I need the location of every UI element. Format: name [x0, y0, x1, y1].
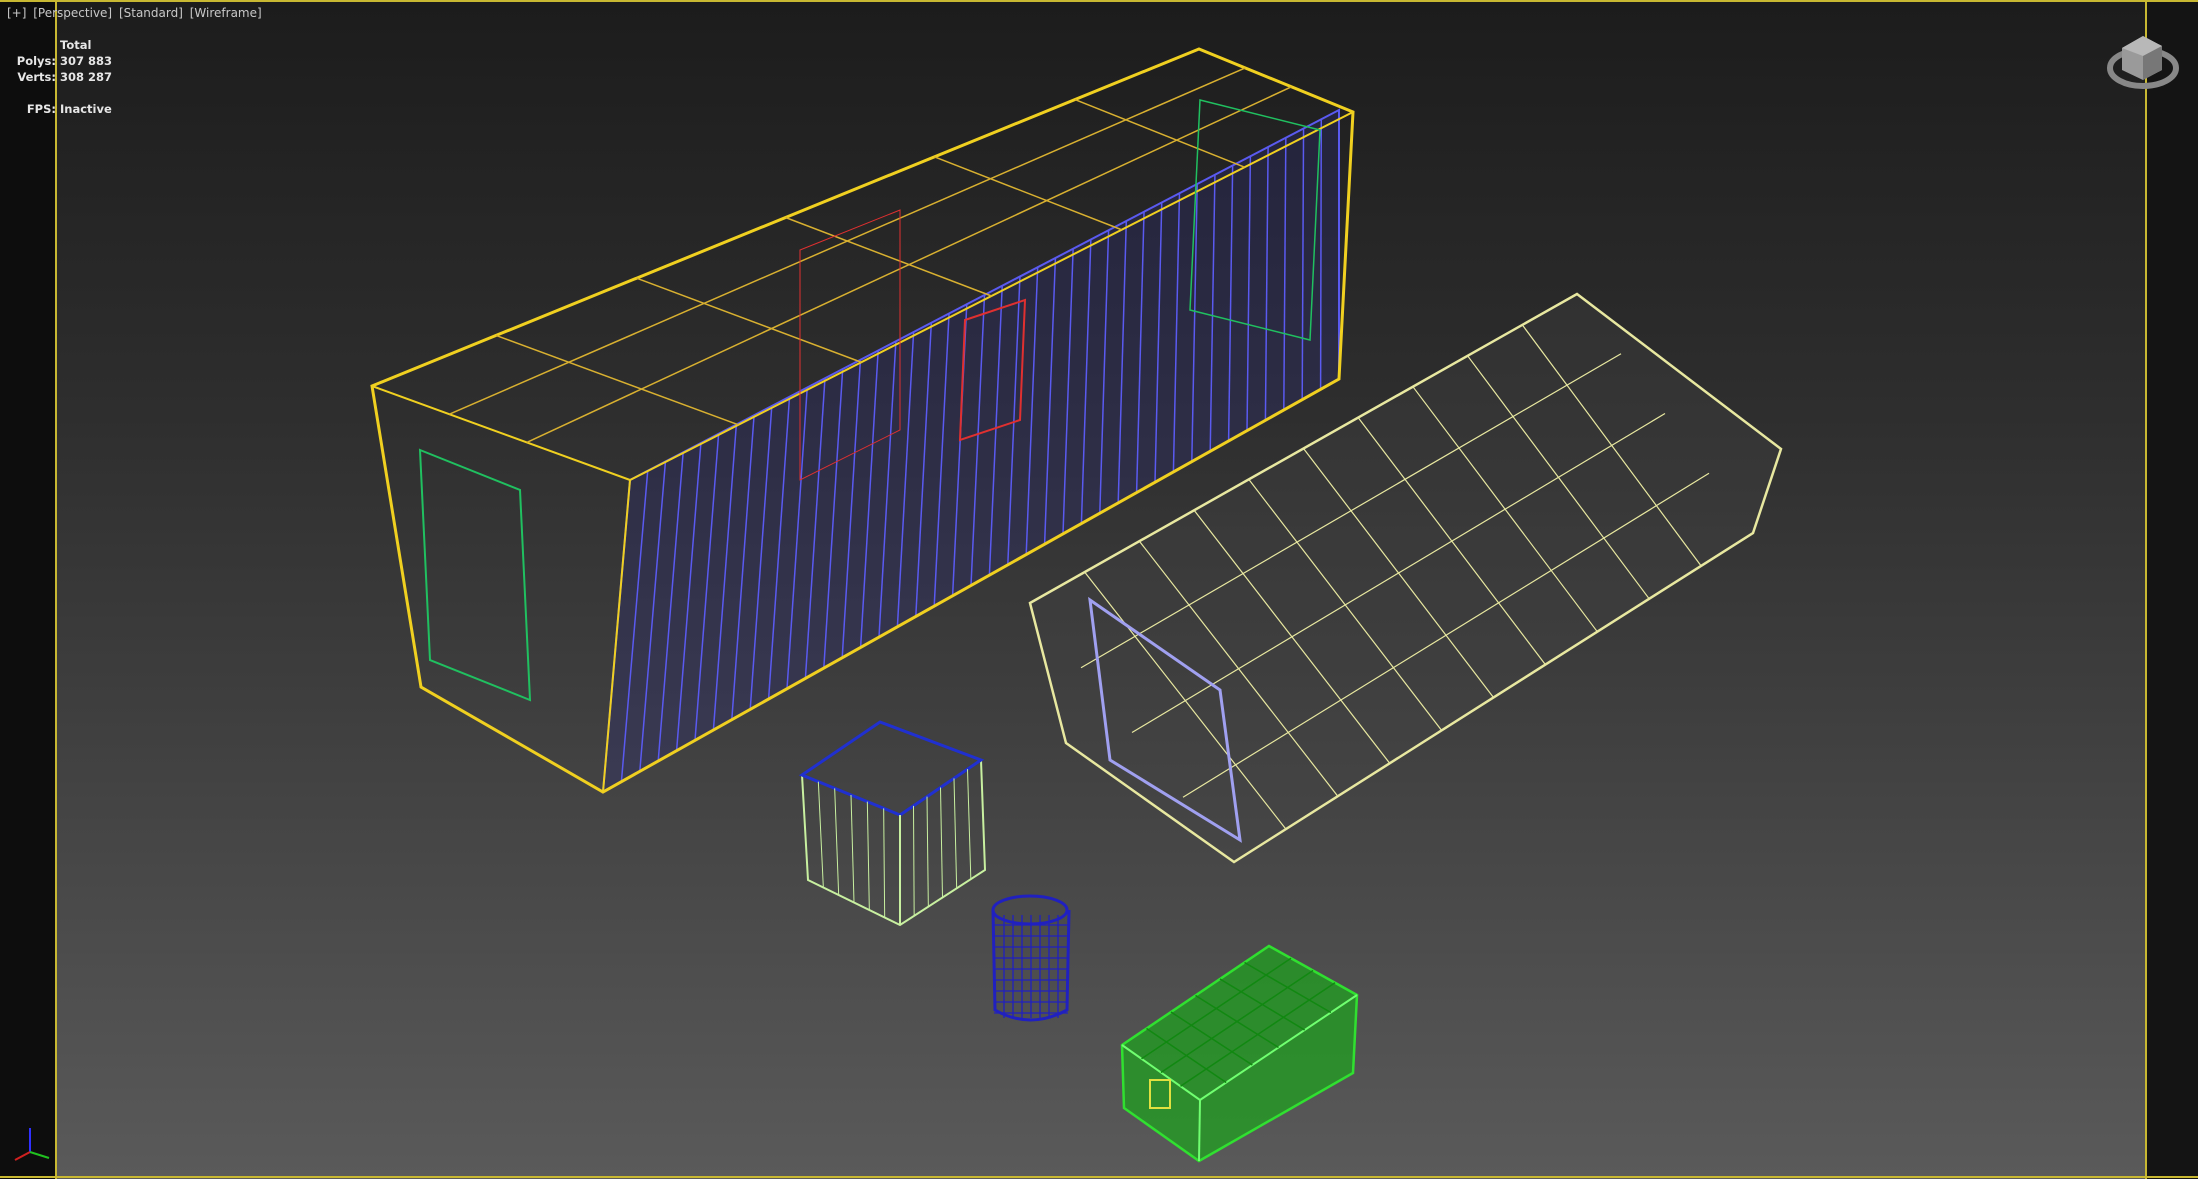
perspective-viewport[interactable]: [+] [Perspective] [Standard] [Wireframe]… [0, 0, 2198, 1179]
viewport-menu-point-of-view[interactable]: [Perspective] [33, 6, 112, 20]
wire-edge [934, 156, 1122, 231]
viewport-menu-plus[interactable]: [+] [7, 6, 26, 20]
polys-label: Polys: [16, 54, 56, 68]
wire-edge [636, 277, 862, 363]
polys-value: 307 883 [60, 54, 113, 68]
wire-edge [883, 808, 886, 918]
wire-edge [834, 788, 840, 896]
wire-edge [967, 769, 972, 880]
wire-edge [866, 801, 870, 911]
fps-label: FPS: [26, 102, 56, 116]
wire-edge [940, 787, 943, 898]
wire-edge [785, 216, 992, 297]
verts-label: Verts: [17, 70, 56, 84]
wire-edge [1319, 119, 1323, 390]
wire-edge [913, 805, 915, 916]
fps-value: Inactive [60, 102, 112, 116]
wire-edge [926, 796, 929, 907]
verts-value: 308 287 [60, 70, 113, 84]
wire-edge [817, 781, 824, 888]
barrel-wireframe[interactable] [991, 894, 1071, 1022]
green-case-wireframe[interactable] [1120, 944, 1359, 1163]
wire-edge [850, 794, 855, 903]
viewport-menu-shading-standard[interactable]: [Standard] [119, 6, 183, 20]
wire-edge [1074, 98, 1245, 168]
wireframe-scene [14, 36, 2179, 1163]
viewport-label-menu[interactable]: [+] [Perspective] [Standard] [Wireframe] [7, 6, 265, 20]
viewport-menu-display-mode[interactable]: [Wireframe] [190, 6, 262, 20]
stats-header: Total [60, 38, 92, 52]
wire-edge [495, 334, 739, 426]
wire-edge [953, 778, 958, 889]
scene-statistics: Total Polys: 307 883 Verts: 308 287 FPS: In… [16, 37, 112, 117]
small-crate-wireframe[interactable] [798, 720, 987, 927]
viewcube-icon[interactable] [2107, 36, 2179, 89]
axis-tripod-icon [14, 1128, 50, 1161]
